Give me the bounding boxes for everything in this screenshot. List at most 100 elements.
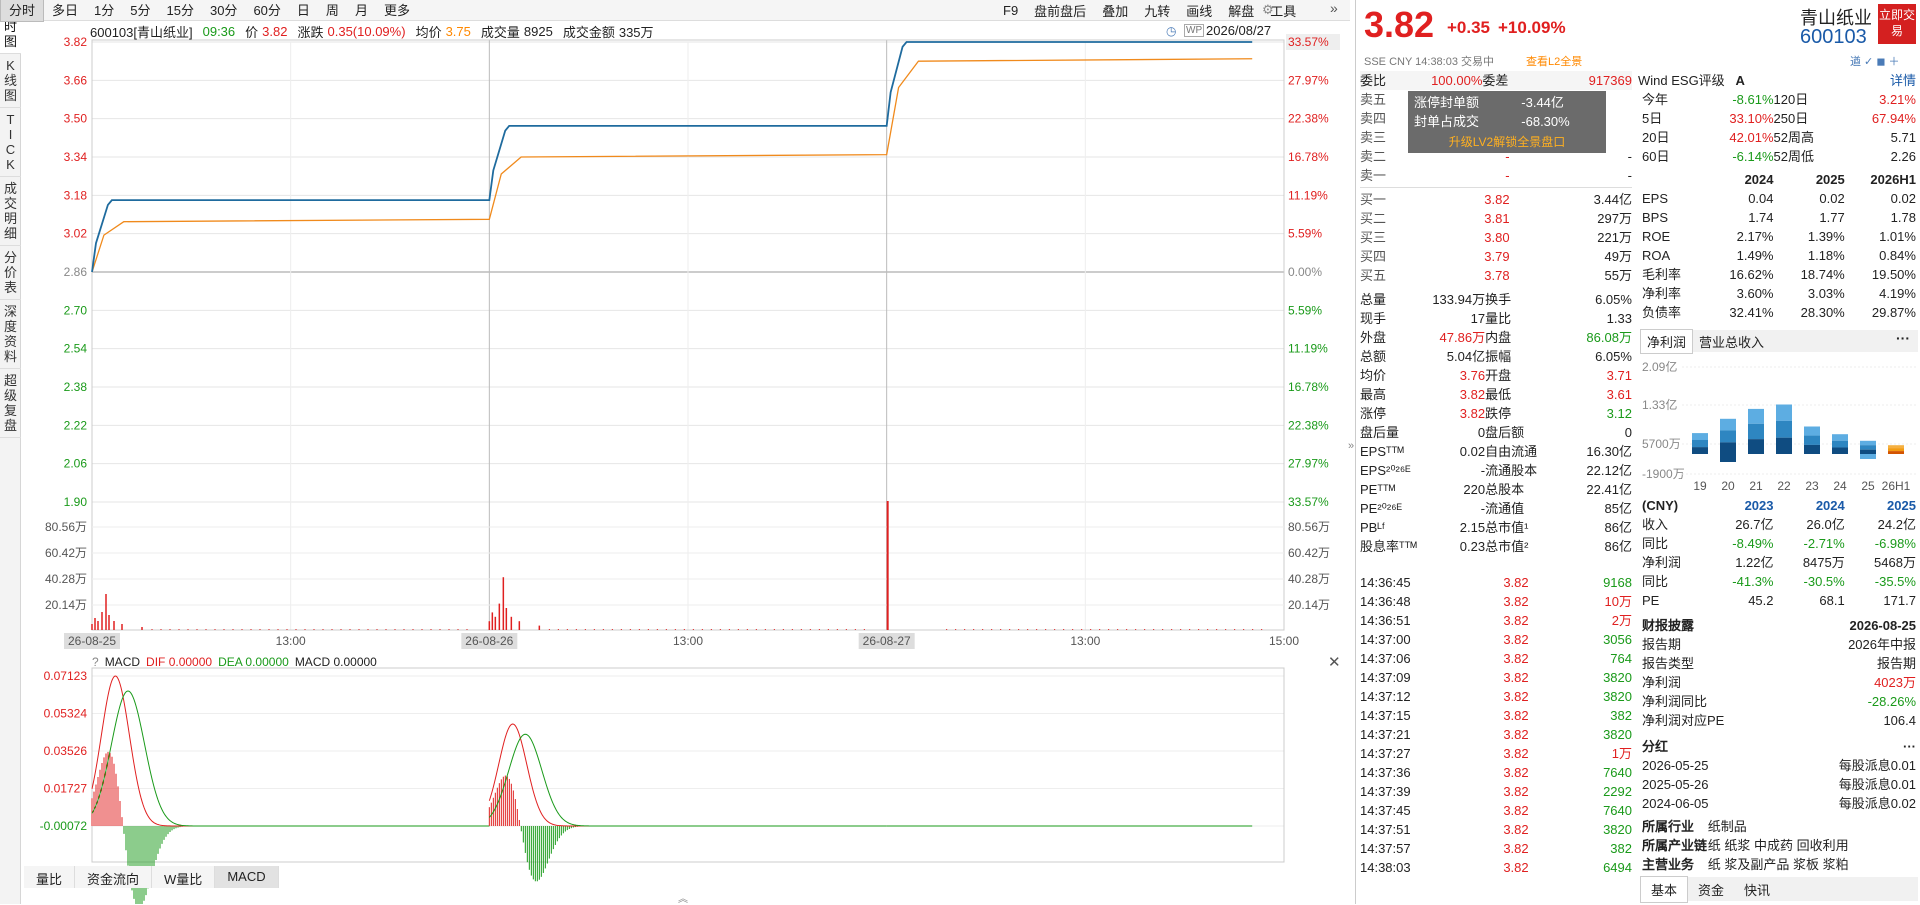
tick-row-cell: 3.82	[1503, 651, 1529, 666]
perf-row: 20日 42.01% 52周高 5.71	[1642, 128, 1916, 147]
macd-dea: DEA 0.00000	[218, 655, 289, 669]
indicator-tab-1[interactable]: 资金流向	[75, 866, 153, 888]
stats-row-cell: EPSᵀᵀᴹ	[1360, 444, 1404, 459]
rev-row-cell: 5468万	[1874, 555, 1916, 570]
fin-row-cell: 净利率	[1642, 286, 1682, 301]
rev-row: 收入 26.7亿 26.0亿 24.2亿	[1642, 515, 1916, 534]
perf-row-cell: 52周低	[1773, 149, 1814, 164]
report-row: 净利润对应PE 106.4	[1642, 711, 1916, 730]
fin-header-row-cell: 2026H1	[1870, 172, 1916, 187]
stats-row-cell: 3.12	[1606, 406, 1632, 421]
stats-row-cell: 0	[1477, 425, 1486, 440]
report-row: 净利润 4023万	[1642, 673, 1916, 692]
fin-row: EPS 0.04 0.02 0.02	[1642, 189, 1916, 208]
profit-tab-1[interactable]: 营业总收入	[1693, 330, 1770, 353]
sell-level-row-cell: 卖四	[1360, 111, 1387, 126]
stats-row-cell: 3.71	[1606, 368, 1632, 383]
tick-row-cell: 2万	[1611, 613, 1632, 628]
fin-row-cell: 18.74%	[1800, 267, 1845, 282]
macd-dea-line	[488, 733, 887, 827]
right-tab-0[interactable]: 基本	[1640, 875, 1689, 903]
fin-row: BPS 1.74 1.77 1.78	[1642, 208, 1916, 227]
tick-row: 14:37:57 3.82 382	[1360, 839, 1632, 858]
stats-row-cell: 量比	[1485, 311, 1512, 326]
expand-icon[interactable]: ︽	[678, 890, 688, 905]
y-tick-label: 2.86	[64, 265, 88, 279]
vol-tick-label-right: 40.28万	[1288, 572, 1330, 586]
macd-tick-label: 0.01727	[44, 782, 88, 796]
stock-code: 600103	[1800, 26, 1867, 48]
stats-row-cell: 3.76	[1459, 368, 1486, 383]
stats-row-cell: -	[1480, 463, 1486, 478]
close-icon[interactable]: ✕	[1328, 653, 1341, 671]
esg-label: Wind ESG评级	[1638, 73, 1725, 88]
right-tab-1[interactable]: 资金	[1688, 877, 1734, 902]
buy-level-row-cell: 3.78	[1484, 268, 1510, 283]
tick-row-cell: 3.82	[1503, 708, 1529, 723]
fin-row-cell: 0.02	[1890, 191, 1916, 206]
stats-row-cell: 总股本	[1485, 482, 1525, 497]
tick-row: 14:37:51 3.82 3820	[1360, 820, 1632, 839]
panel-toggle-icon[interactable]: »	[1348, 440, 1354, 452]
vol-tick-label-right: 60.42万	[1288, 546, 1330, 560]
fin-header-row-cell: 2024	[1744, 172, 1774, 187]
profit-bar-neg	[1720, 454, 1736, 462]
rev-row-cell: 净利润	[1642, 555, 1682, 570]
profit-x-label: 21	[1749, 479, 1763, 493]
perf-row: 今年 -8.61% 120日 3.21%	[1642, 90, 1916, 109]
fin-row-cell: 负债率	[1642, 305, 1682, 320]
esg-detail-link[interactable]: 详情	[1890, 70, 1916, 89]
intraday-chart[interactable]: 3.82 33.57% 3.66 27.97% 3.50 22.38% 3.34 16.78%…	[0, 0, 1350, 904]
indicator-tab-3[interactable]: MACD	[215, 866, 279, 888]
stats-row-cell: 振幅	[1485, 349, 1512, 364]
fin-row-cell: 16.62%	[1729, 267, 1774, 282]
l2-upgrade-link[interactable]: 升级LV2解锁全景盘口	[1414, 133, 1600, 150]
rev-row-cell: -2.71%	[1803, 536, 1845, 551]
indicator-tab-0[interactable]: 量比	[24, 866, 76, 888]
fin-row-cell: 毛利率	[1642, 267, 1682, 282]
order-ratio-row-cell: 917369	[1588, 73, 1632, 88]
limit-overlay: 涨停封单额 -3.44亿 封单占成交 -68.30% 升级LV2解锁全景盘口	[1408, 91, 1606, 153]
tick-row-cell: 14:36:51	[1360, 613, 1411, 628]
stats-row: 总额 5.04亿 振幅 6.05%	[1360, 347, 1632, 366]
tick-row-cell: 3.82	[1503, 841, 1529, 856]
profit-bar-q2	[1860, 445, 1876, 450]
dividend-section: 分红 ··· 2026-05-25 每股派息0.01 2025-05-26 每股派息0.0…	[1642, 737, 1916, 813]
dividend-row: 2025-05-26 每股派息0.01	[1642, 775, 1916, 794]
stats-row-cell: 盘后量	[1360, 425, 1400, 440]
stats-row-cell: 6.05%	[1595, 349, 1632, 364]
stats-table: 总量 133.94万 换手 6.05% 现手 17 量比 1.33 外盘 47.86万 内盘 86.0…	[1360, 290, 1632, 556]
y-pct-label: 11.19%	[1288, 188, 1328, 202]
report-header-cell: 财报披露	[1642, 618, 1695, 633]
y-tick-label: 2.22	[64, 418, 88, 432]
tick-row-cell: 3.82	[1503, 765, 1529, 780]
right-tab-2[interactable]: 快讯	[1734, 877, 1780, 902]
fin-row-cell: 1.74	[1748, 210, 1774, 225]
tick-row: 14:37:12 3.82 3820	[1360, 687, 1632, 706]
macd-help-icon[interactable]: ?	[92, 655, 99, 669]
more-icon[interactable]: ···	[1896, 330, 1910, 346]
indicator-tab-2[interactable]: W量比	[152, 866, 216, 888]
rev-row-cell: PE	[1642, 593, 1660, 608]
tick-row: 14:37:39 3.82 2292	[1360, 782, 1632, 801]
profit-tab-0[interactable]: 净利润	[1640, 328, 1694, 354]
report-row: 报告期 2026年中报	[1642, 635, 1916, 654]
trade-button[interactable]: 立即交易	[1878, 4, 1916, 44]
l2-link[interactable]: 查看L2全景	[1526, 53, 1582, 69]
tick-row-cell: 382	[1610, 841, 1632, 856]
industry-row: 主营业务纸 浆及副产品 浆板 浆粕	[1642, 855, 1916, 874]
profit-x-label: 25	[1861, 479, 1875, 493]
report-row-cell: 净利润同比	[1642, 694, 1708, 709]
fin-row-cell: 1.77	[1819, 210, 1845, 225]
x-tick-label: 13:00	[1070, 634, 1100, 648]
profit-y-label: -1900万	[1642, 467, 1685, 481]
y-tick-label: 3.18	[64, 188, 88, 202]
stats-row: 最高 3.82 最低 3.61	[1360, 385, 1632, 404]
fin-header-row-cell: 2025	[1815, 172, 1845, 187]
profit-bar-q2	[1776, 420, 1792, 438]
stats-row: 涨停 3.82 跌停 3.12	[1360, 404, 1632, 423]
overlay-row: 涨停封单额 -3.44亿	[1414, 93, 1600, 112]
panel-icons[interactable]: 遒 ✓ ◼ ＋	[1850, 53, 1900, 69]
stats-row-cell: 跌停	[1485, 406, 1512, 421]
stats-row: PEᵀᵀᴹ 220 总股本 22.41亿	[1360, 480, 1632, 499]
